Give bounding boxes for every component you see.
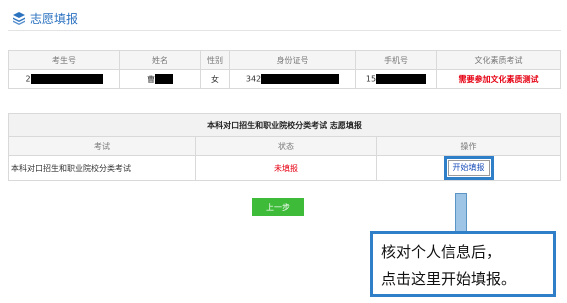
status-cell: 未填报 [195,155,377,181]
redaction-bar [261,74,340,84]
table-caption: 本科对口招生和职业院校分类考试 志愿填报 [8,113,561,137]
column-header: 姓名 [119,50,201,70]
student-name: 曹 [147,74,155,84]
column-header: 身份证号 [229,50,356,70]
exam-number-cell: 2 [8,69,120,89]
table-header-row: 考生号 姓名 性别 身份证号 手机号 文化素质考试 [8,50,561,70]
page-header: 志愿填报 [8,6,561,31]
id-number-cell: 342 [229,69,356,89]
exam-name-cell: 本科对口招生和职业院校分类考试 [8,155,196,181]
phone-number: 15 [365,74,377,84]
page-title: 志愿填报 [30,11,79,26]
column-header: 文化素质考试 [436,50,561,70]
culture-exam-status: 需要参加文化素质测试 [458,74,539,84]
table-row: 2 曹 女 342 15 需要参加文化素质测试 [8,69,561,89]
phone-cell: 15 [355,69,437,89]
layers-icon [13,12,25,25]
student-info-table: 考生号 姓名 性别 身份证号 手机号 文化素质考试 2 曹 女 342 15 需… [8,50,561,89]
instruction-callout: 核对个人信息后， 点击这里开始填报。 [370,231,556,297]
action-cell: 开始填报 [376,155,561,181]
previous-step-button[interactable]: 上一步 [252,198,304,216]
start-fill-button[interactable]: 开始填报 [447,160,490,176]
name-cell: 曹 [119,69,201,89]
callout-line-1: 核对个人信息后， [381,243,502,261]
id-number: 342 [245,74,262,84]
gender-cell: 女 [200,69,230,89]
redaction-bar [155,74,173,84]
start-button-highlight: 开始填报 [443,156,494,180]
application-table: 本科对口招生和职业院校分类考试 志愿填报 考试 状态 操作 本科对口招生和职业院… [8,113,561,181]
column-header: 考试 [8,136,196,156]
column-header: 考生号 [8,50,120,70]
redaction-bar [30,74,103,84]
redaction-bar [376,74,427,84]
column-header: 性别 [200,50,230,70]
column-header: 操作 [376,136,561,156]
table-header-row: 考试 状态 操作 [8,136,561,156]
callout-line-2: 点击这里开始填报。 [381,270,517,288]
column-header: 手机号 [355,50,437,70]
column-header: 状态 [195,136,377,156]
culture-exam-cell: 需要参加文化素质测试 [436,69,561,89]
table-row: 本科对口招生和职业院校分类考试 未填报 开始填报 [8,155,561,181]
